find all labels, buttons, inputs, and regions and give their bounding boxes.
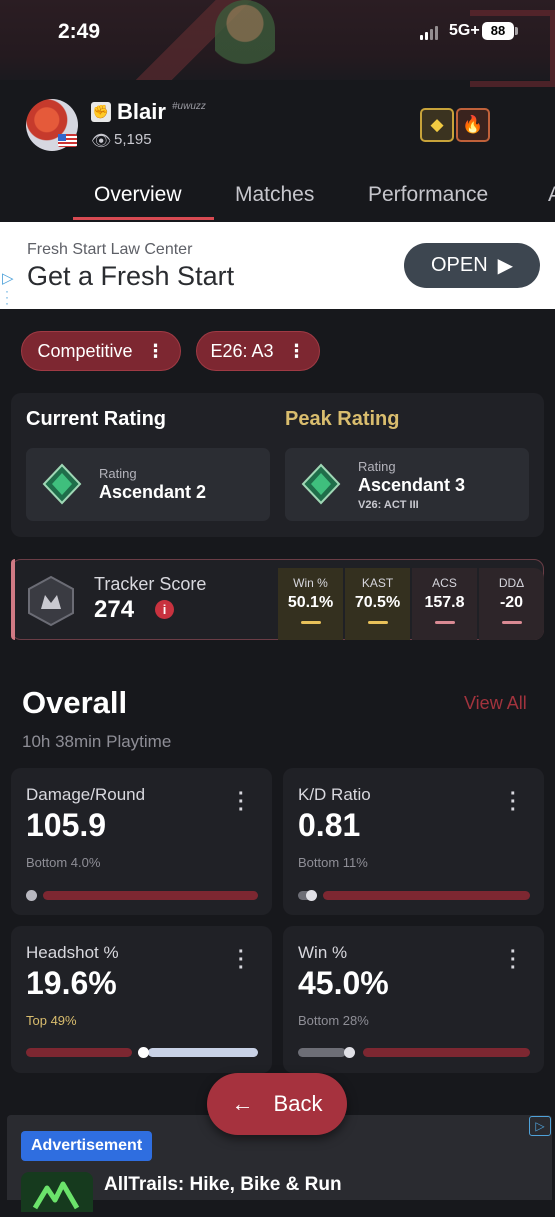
ad-app-name[interactable]: AllTrails: Hike, Bike & Run	[104, 1174, 342, 1196]
card-value: 45.0%	[298, 965, 389, 1001]
tracker-score-icon	[28, 575, 74, 627]
card-rank: Bottom 28%	[298, 1013, 369, 1028]
tab-performance[interactable]: Performance	[368, 183, 488, 207]
stat-indicator	[367, 621, 388, 624]
peak-rating-rank: Ascendant 3	[358, 475, 466, 495]
banner-agent-art	[215, 0, 275, 78]
ad-open-button[interactable]: OPEN ▶	[404, 243, 540, 288]
status-time: 2:49	[58, 20, 101, 43]
kebab-icon: ⋮	[146, 340, 165, 361]
filter-season[interactable]: E26: A3 ⋮	[196, 331, 320, 371]
stat-win-pct: Win % 50.1%	[278, 568, 343, 640]
filter-season-label: E26: A3	[210, 340, 274, 361]
playtime: 10h 38min Playtime	[22, 732, 172, 751]
alltrails-app-icon[interactable]	[21, 1172, 93, 1212]
flame-badge-icon[interactable]: 🔥	[456, 108, 490, 142]
percentile-track	[43, 891, 258, 900]
peak-rating-label: Rating	[358, 459, 396, 474]
ad-subtitle: Fresh Start Law Center	[27, 241, 193, 258]
ascendant-rank-icon	[301, 463, 341, 505]
kebab-icon[interactable]: · · ·	[510, 942, 517, 978]
view-all-link[interactable]: View All	[464, 693, 527, 714]
back-label: Back	[273, 1091, 323, 1116]
percentile-track	[26, 1048, 132, 1057]
kebab-icon[interactable]: · · ·	[238, 942, 245, 978]
card-value: 0.81	[298, 807, 361, 843]
network-type: 5G+	[449, 22, 480, 39]
card-rank: Bottom 11%	[298, 855, 368, 870]
peak-rating-season: V26: ACT III	[358, 499, 419, 511]
signal-icon	[420, 26, 438, 40]
stat-label: KAST	[361, 576, 394, 590]
card-rank: Bottom 4.0%	[26, 855, 101, 870]
chevron-right-icon: ▶	[497, 255, 514, 277]
stat-value: 157.8	[424, 594, 465, 611]
percentile-marker	[344, 1047, 355, 1058]
percentile-marker	[306, 890, 317, 901]
ad-open-label: OPEN	[430, 254, 488, 276]
percentile-marker	[138, 1047, 149, 1058]
card-value: 105.9	[26, 807, 107, 843]
percentile-track	[323, 891, 530, 900]
ascendant-rank-icon	[42, 463, 82, 505]
percentile-fill	[148, 1048, 258, 1057]
diamond-badge-icon[interactable]: ◆	[420, 108, 454, 142]
kebab-icon: ⋮	[287, 340, 306, 361]
current-rating-rank: Ascendant 2	[99, 482, 207, 502]
percentile-marker	[26, 890, 37, 901]
ad-title[interactable]: Get a Fresh Start	[27, 261, 234, 292]
info-icon[interactable]: i	[155, 600, 174, 619]
percentile-fill	[298, 1048, 346, 1057]
player-name: Blair	[117, 99, 166, 124]
stat-kast: KAST 70.5%	[345, 568, 410, 640]
stat-label: ACS	[432, 576, 457, 590]
card-label: Win %	[298, 943, 348, 962]
tracker-score-label: Tracker Score	[94, 574, 207, 594]
tracker-score-value: 274	[94, 596, 135, 623]
tab-more[interactable]: A	[548, 183, 555, 207]
tab-matches[interactable]: Matches	[235, 183, 314, 207]
current-rating-title: Current Rating	[26, 408, 166, 430]
current-rating-label: Rating	[99, 466, 137, 481]
filter-playlist[interactable]: Competitive ⋮	[21, 331, 181, 371]
card-label: K/D Ratio	[298, 785, 371, 804]
ad-choices-icon[interactable]: ▷	[529, 1116, 551, 1136]
stat-value: 70.5%	[354, 594, 401, 611]
card-label: Headshot %	[26, 943, 119, 962]
back-button[interactable]: ← Back	[207, 1073, 347, 1135]
filter-playlist-label: Competitive	[37, 340, 133, 361]
battery-tip	[515, 27, 518, 35]
stat-indicator	[300, 621, 321, 624]
card-label: Damage/Round	[26, 785, 146, 804]
stat-value: 50.1%	[287, 594, 334, 611]
stat-label: DDΔ	[498, 576, 525, 590]
advertisement-badge: Advertisement	[21, 1131, 153, 1161]
stat-value: -20	[499, 594, 524, 611]
peak-rating-title: Peak Rating	[285, 408, 400, 430]
tab-overview[interactable]: Overview	[94, 183, 182, 207]
card-rank: Top 49%	[26, 1013, 77, 1028]
battery-icon: 88	[482, 22, 514, 40]
stat-dd-delta: DDΔ -20	[479, 568, 544, 640]
card-value: 19.6%	[26, 965, 117, 1001]
percentile-track	[363, 1048, 530, 1057]
banner-decoration	[470, 10, 555, 87]
mountain-icon	[32, 1181, 80, 1210]
arrow-left-icon: ←	[231, 1091, 254, 1116]
stat-label: Win %	[293, 576, 328, 590]
player-tag: #uwuzz	[172, 101, 206, 112]
us-flag-icon	[58, 134, 77, 147]
view-count: 5,195	[114, 131, 152, 148]
stat-indicator	[501, 621, 522, 624]
riot-fist-icon: ✊	[91, 102, 111, 122]
eye-icon: 👁	[91, 133, 112, 150]
kebab-icon[interactable]: · · ·	[510, 784, 517, 820]
ad-more-icon[interactable]: · · ·	[5, 285, 9, 309]
overall-title: Overall	[22, 685, 128, 720]
tracker-score-accent	[11, 559, 15, 640]
kebab-icon[interactable]: · · ·	[238, 784, 245, 820]
stat-indicator	[434, 621, 455, 624]
active-tab-indicator	[73, 217, 214, 220]
stat-acs: ACS 157.8	[412, 568, 477, 640]
